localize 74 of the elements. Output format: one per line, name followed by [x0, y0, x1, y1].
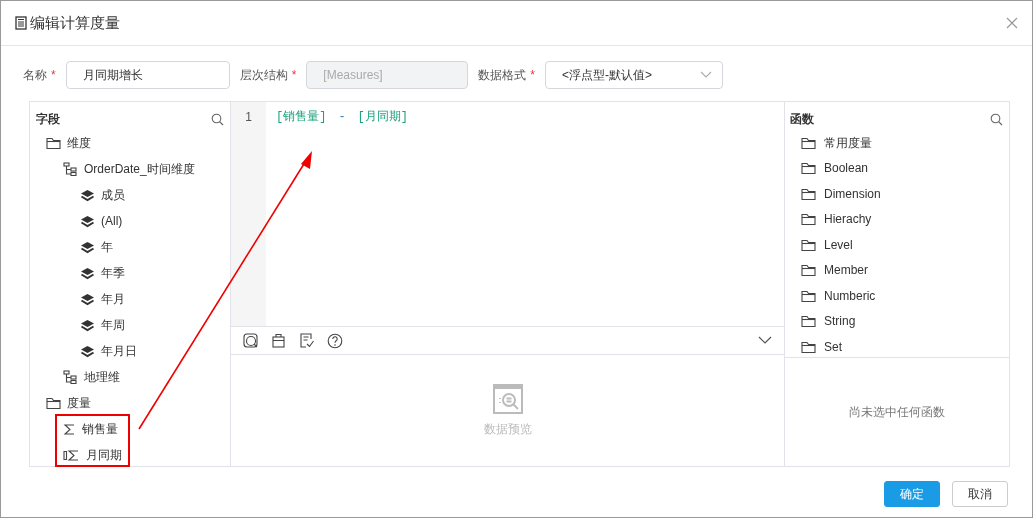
tree-item[interactable]: 度量 — [67, 394, 91, 412]
folder-icon — [801, 162, 816, 175]
folder-icon — [801, 136, 816, 149]
chevron-down-icon — [700, 71, 712, 79]
folder-icon — [801, 289, 816, 302]
tree-item[interactable]: 销售量 — [82, 420, 118, 438]
function-category[interactable]: Boolean — [824, 159, 869, 178]
calculator-icon — [15, 16, 27, 30]
tree-item[interactable]: 月同期 — [86, 446, 122, 464]
folder-icon — [801, 238, 816, 251]
folder-icon — [46, 397, 61, 409]
tree-item[interactable]: 成员 — [101, 186, 125, 204]
function-category[interactable]: Hierachy — [824, 210, 872, 229]
line-number: 1 — [244, 109, 253, 126]
tree-item[interactable]: OrderDate_时间维度 — [84, 160, 195, 178]
hierarchy-icon — [63, 162, 78, 176]
check-document-icon[interactable] — [299, 332, 315, 349]
tree-item[interactable]: 年周 — [101, 316, 125, 334]
folder-icon — [801, 187, 816, 200]
function-category[interactable]: Numberic — [824, 286, 876, 305]
required-mark: * — [51, 67, 56, 84]
tree-item[interactable]: 年月 — [101, 290, 125, 308]
required-mark: * — [291, 67, 297, 84]
hierarchy-icon — [63, 370, 78, 384]
tree-item[interactable]: 年季 — [101, 264, 125, 282]
search-icon[interactable] — [211, 112, 224, 126]
layers-icon — [80, 318, 95, 332]
cancel-button[interactable]: 取消 — [952, 481, 1008, 507]
folder-icon — [801, 264, 816, 277]
function-category[interactable]: Level — [824, 235, 853, 254]
preview-icon[interactable] — [243, 332, 259, 349]
folder-icon — [801, 213, 816, 226]
layers-icon — [80, 344, 95, 358]
function-category[interactable]: String — [824, 312, 856, 331]
tree-item[interactable]: 年月日 — [101, 342, 137, 360]
function-category[interactable]: Dimension — [824, 184, 881, 203]
required-mark: * — [530, 67, 535, 84]
folder-icon — [46, 137, 61, 149]
function-category[interactable]: Set — [824, 337, 842, 356]
layers-icon — [80, 292, 95, 306]
dialog-title: 编辑计算度量 — [30, 12, 120, 33]
tree-item[interactable]: 维度 — [67, 134, 91, 152]
tree-item[interactable]: 地理维 — [84, 368, 120, 386]
chevron-down-icon[interactable] — [758, 336, 772, 345]
empty-message: 尚未选中任何函数 — [849, 404, 945, 421]
text-field[interactable]: 月同期增长 — [65, 61, 230, 89]
layers-icon — [80, 266, 95, 280]
folder-icon — [801, 340, 816, 353]
help-icon[interactable] — [327, 332, 343, 349]
folder-icon — [801, 315, 816, 328]
panel-title: 字段 — [36, 111, 60, 128]
sigma-icon — [63, 422, 76, 436]
close-icon — [1006, 17, 1018, 29]
data-preview-icon — [492, 383, 523, 414]
layers-icon — [80, 214, 95, 228]
close-button[interactable] — [1006, 17, 1018, 29]
preview-label: 数据预览 — [483, 420, 532, 438]
code-operator: - — [338, 109, 346, 126]
panel-title: 函数 — [790, 111, 814, 128]
tree-item[interactable]: (All) — [101, 212, 123, 230]
tree-item[interactable]: 年 — [101, 238, 113, 256]
sigma-icon — [63, 448, 80, 462]
clipboard-icon[interactable] — [271, 332, 287, 349]
search-icon[interactable] — [990, 112, 1003, 126]
field-label: 层次结构 — [239, 67, 288, 84]
code-field: [月同期] — [357, 108, 408, 126]
function-category[interactable]: 常用度量 — [824, 133, 872, 152]
code-field: [销售量] — [276, 108, 327, 126]
function-category[interactable]: Member — [824, 261, 868, 280]
field-label: 名称 — [23, 67, 47, 84]
layers-icon — [80, 188, 95, 202]
layers-icon — [80, 240, 95, 254]
format-select[interactable]: <浮点型-默认值> — [545, 61, 723, 89]
field-label: 数据格式 — [478, 67, 527, 84]
